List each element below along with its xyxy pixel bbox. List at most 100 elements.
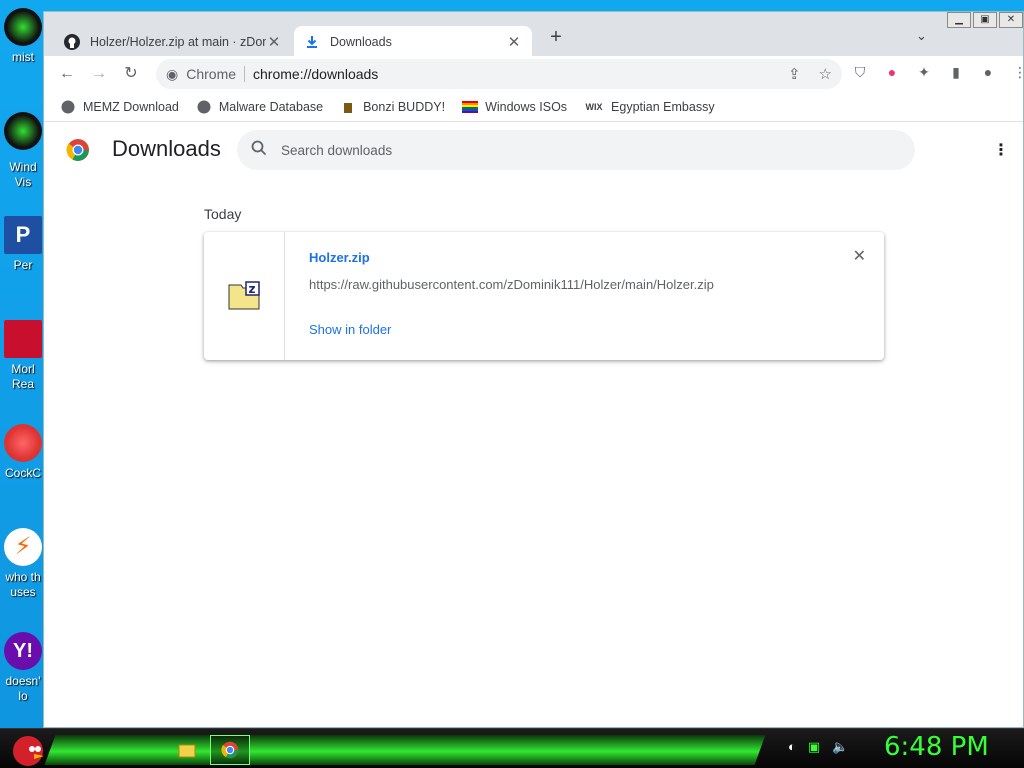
tab-github[interactable]: Holzer/Holzer.zip at main · zDom ✕	[54, 26, 292, 57]
github-icon	[64, 33, 80, 50]
more-options-icon[interactable]: ⋮	[993, 140, 1009, 160]
close-icon[interactable]: ✕	[266, 33, 282, 51]
omnibox-url: chrome://downloads	[253, 66, 379, 82]
globe-icon	[60, 99, 76, 115]
date-section-label: Today	[204, 206, 242, 222]
chrome-icon	[221, 741, 239, 759]
app-icon	[4, 112, 42, 150]
desktop-icon-label: who th	[5, 570, 41, 584]
system-tray: ◐ ▣ 🔈	[788, 739, 848, 755]
reload-button[interactable]: ↻	[118, 61, 144, 87]
desktop-icon-label: CockC	[4, 466, 41, 480]
extensions: ⛉ ● ✦ ▮ ● ⋮	[844, 64, 1024, 81]
download-item: z Holzer.zip https://raw.githubuserconte…	[204, 232, 884, 360]
minimize-button[interactable]: ▁	[947, 12, 971, 28]
desktop-icon-acrobat[interactable]: Morl Rea	[0, 320, 46, 392]
chevron-down-icon[interactable]: ⌄	[916, 28, 927, 44]
tab-downloads[interactable]: Downloads ✕	[294, 26, 532, 57]
taskbar-clock[interactable]: 6:48 PM	[884, 732, 989, 762]
yahoo-icon: Y!	[4, 632, 42, 670]
folder-icon	[178, 744, 196, 758]
bookmark-bonzi[interactable]: Bonzi BUDDY!	[340, 99, 445, 115]
bookmark-star-icon[interactable]: ☆	[819, 65, 832, 83]
bookmark-label: Windows ISOs	[485, 99, 568, 114]
chrome-logo-icon	[66, 139, 89, 161]
back-button[interactable]: ←	[54, 61, 80, 87]
desktop-icon-label: Per	[13, 258, 33, 272]
volume-icon[interactable]: 🔈	[832, 739, 848, 755]
bookmark-egyptian-embassy[interactable]: WIX Egyptian Embassy	[584, 99, 715, 115]
extension-icon[interactable]: ●	[876, 64, 908, 81]
bookmark-malware-db[interactable]: Malware Database	[196, 99, 323, 115]
rainbow-flag-icon	[462, 99, 479, 115]
downloads-page: Downloads Search downloads ⋮ Today z Hol…	[44, 122, 1023, 722]
desktop-icon-label: Morl	[11, 362, 35, 376]
bookmark-memz[interactable]: MEMZ Download	[60, 99, 179, 115]
chrome-page-icon: ◉	[166, 65, 179, 82]
app-icon	[4, 424, 42, 462]
puzzle-icon[interactable]: ✦	[908, 64, 940, 81]
start-button[interactable]	[8, 731, 48, 767]
desktop-icon-yahoo[interactable]: Y! doesn' lo	[0, 632, 46, 704]
tab-label: Holzer/Holzer.zip at main · zDom	[90, 34, 266, 49]
network-icon[interactable]: ▣	[808, 739, 820, 755]
desktop-icon-mist[interactable]: mist	[0, 8, 46, 65]
globe-icon	[196, 99, 212, 115]
new-tab-button[interactable]: +	[544, 26, 568, 49]
taskbar-explorer[interactable]	[167, 735, 207, 765]
divider	[244, 66, 246, 82]
taskbar-glow	[44, 735, 766, 765]
search-icon	[251, 140, 267, 160]
download-source-url[interactable]: https://raw.githubusercontent.com/zDomin…	[309, 277, 860, 292]
downloads-header: Downloads Search downloads ⋮	[44, 122, 1023, 178]
desktop-icon-label: doesn'	[5, 674, 41, 688]
bookmarks-bar: MEMZ Download Malware Database Bonzi BUD…	[44, 92, 1023, 122]
show-in-folder-link[interactable]: Show in folder	[309, 322, 860, 337]
download-filename-link[interactable]: Holzer.zip	[309, 250, 860, 265]
bookmark-windows-isos[interactable]: Windows ISOs	[462, 99, 567, 115]
desktop-icon-cockc[interactable]: CockC	[0, 424, 46, 481]
wix-icon: WIX	[585, 101, 603, 112]
address-bar[interactable]: ◉ Chrome chrome://downloads ⇪ ☆	[156, 59, 842, 89]
file-icon-column: z	[204, 232, 285, 360]
tab-strip: Holzer/Holzer.zip at main · zDom ✕ Downl…	[44, 12, 1023, 57]
window-controls: ▁ ▣ ✕	[945, 12, 1023, 28]
p-app-icon: P	[4, 216, 42, 254]
desktop-icon-per[interactable]: P Per	[0, 216, 46, 273]
tab-label: Downloads	[330, 34, 392, 49]
bonzi-icon	[340, 99, 356, 115]
desktop-icon-label: uses	[10, 585, 36, 599]
omnibox-site: Chrome	[186, 66, 237, 82]
desktop-icon-windows-vista[interactable]: Wind Vis	[0, 112, 46, 190]
maximize-button[interactable]: ▣	[973, 12, 997, 28]
sidepanel-icon[interactable]: ▮	[940, 64, 972, 81]
desktop-icon-label: mist	[12, 50, 34, 64]
desktop-icon-who[interactable]: ⚡ who th uses	[0, 528, 46, 600]
taskbar-chrome[interactable]	[210, 735, 250, 765]
search-input[interactable]: Search downloads	[237, 130, 915, 170]
menu-icon[interactable]: ⋮	[1004, 64, 1024, 81]
download-icon	[304, 34, 320, 50]
desktop-icon-label: Rea	[11, 377, 34, 391]
bookmark-label: Malware Database	[218, 99, 324, 114]
bookmark-label: MEMZ Download	[83, 99, 179, 114]
lightning-icon: ⚡	[4, 528, 42, 566]
app-icon	[4, 8, 42, 46]
forward-button[interactable]: →	[86, 61, 112, 87]
taskbar: ◐ ▣ 🔈 6:48 PM	[0, 728, 1024, 768]
browser-window: Holzer/Holzer.zip at main · zDom ✕ Downl…	[43, 11, 1024, 728]
svg-text:z: z	[249, 282, 256, 296]
close-window-button[interactable]: ✕	[999, 12, 1023, 28]
zip-file-icon: z	[228, 281, 260, 310]
desktop-icon-label: Wind	[9, 160, 37, 174]
profile-icon[interactable]: ●	[972, 64, 1004, 81]
toolbar: ← → ↻ ◉ Chrome chrome://downloads ⇪ ☆ ⛉ …	[44, 56, 1024, 92]
desktop-icon-label: lo	[18, 689, 28, 703]
share-icon[interactable]: ⇪	[788, 65, 801, 83]
tray-app-icon[interactable]: ◐	[788, 739, 796, 755]
ublock-icon[interactable]: ⛉	[844, 64, 876, 81]
close-icon[interactable]: ✕	[506, 33, 522, 51]
remove-download-icon[interactable]: ✕	[853, 246, 866, 266]
pdf-icon	[4, 320, 42, 358]
bookmark-label: Bonzi BUDDY!	[363, 99, 446, 114]
